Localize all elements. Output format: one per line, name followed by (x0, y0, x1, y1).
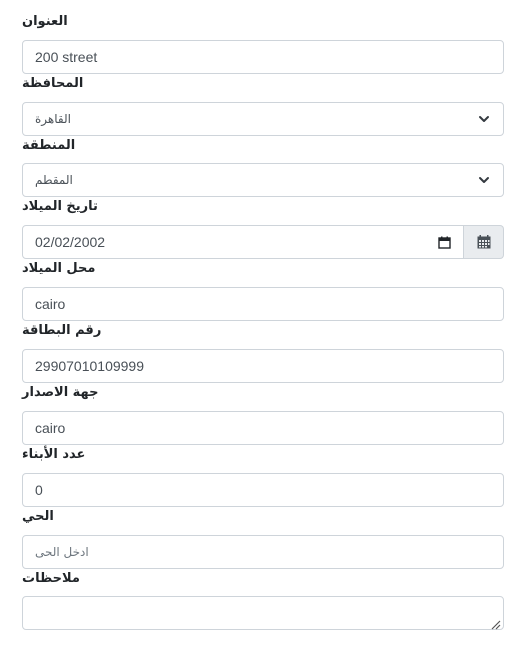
issuer-label: جهة الاصدار (22, 385, 99, 400)
district-select[interactable]: المقطم (22, 163, 504, 197)
issuer-value: cairo (35, 420, 66, 436)
profile-form: العنوان 200 street المحافظة القاهرة المن… (0, 0, 516, 663)
birth-place-value: cairo (35, 296, 66, 312)
district-selected: المقطم (35, 173, 73, 187)
governorate-selected: القاهرة (35, 112, 71, 126)
neighborhood-label: الحي (22, 509, 54, 524)
id-number-input[interactable]: 29907010109999 (22, 349, 504, 383)
calendar-icon[interactable] (438, 236, 451, 249)
children-count-value: 0 (35, 482, 43, 498)
chevron-down-icon (477, 173, 491, 187)
children-count-input[interactable]: 0 (22, 473, 504, 507)
birth-date-value: 02/02/2002 (35, 234, 106, 250)
address-label: العنوان (22, 14, 68, 29)
notes-label: ملاحظات (22, 571, 80, 586)
calendar-addon-button[interactable] (464, 225, 504, 259)
birth-date-label: تاريخ الميلاد (22, 199, 98, 214)
calendar-grid-icon (477, 235, 491, 249)
address-input[interactable]: 200 street (22, 40, 504, 74)
birth-date-group: 02/02/2002 (22, 225, 504, 259)
id-number-label: رقم البطاقة (22, 323, 102, 338)
chevron-down-icon (477, 112, 491, 126)
issuer-input[interactable]: cairo (22, 411, 504, 445)
birth-date-input[interactable]: 02/02/2002 (22, 225, 464, 259)
children-count-label: عدد الأبناء (22, 447, 86, 462)
notes-textarea[interactable] (22, 596, 504, 630)
neighborhood-placeholder: ادخل الحى (35, 545, 89, 559)
address-value: 200 street (35, 49, 98, 65)
neighborhood-input[interactable]: ادخل الحى (22, 535, 504, 569)
birth-place-label: محل الميلاد (22, 261, 96, 276)
district-label: المنطقة (22, 138, 76, 153)
birth-place-input[interactable]: cairo (22, 287, 504, 321)
governorate-select[interactable]: القاهرة (22, 102, 504, 136)
governorate-label: المحافظة (22, 76, 84, 91)
resize-grip-icon[interactable] (491, 617, 501, 630)
id-number-value: 29907010109999 (35, 358, 145, 374)
